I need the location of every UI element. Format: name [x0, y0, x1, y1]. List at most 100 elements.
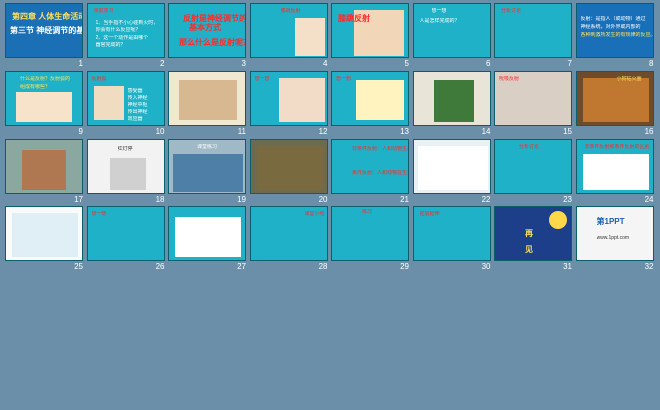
slide-text: 想一想 — [254, 75, 270, 82]
slide-thumbnail-20[interactable]: 20 — [249, 138, 330, 206]
slide-thumbnail-30[interactable]: 拓展延伸 30 — [412, 205, 493, 273]
slide-text: 膝跳反射 — [280, 8, 301, 14]
slide-text: 那么什么是反射呢？ — [179, 38, 246, 47]
slide-preview[interactable] — [249, 138, 328, 194]
slide-preview[interactable]: 反射：是指人（或动物）通过 神经系统，对外界或内部的 各种刺激所发生的有规律的反应。 — [575, 3, 654, 58]
slide-thumbnail-1[interactable]: 第四章 人体生命活动的调节第三节 神经调节的基本方式1 — [4, 2, 85, 70]
slide-image — [256, 145, 323, 190]
slide-preview[interactable]: 非条件反射：人和动物生来就有的先天性反射。条件反射：人和动物在生活过程中逐渐形成… — [331, 138, 409, 194]
slide-text: 再 — [525, 229, 533, 239]
slide-text: 第1PPT — [596, 217, 625, 227]
slide-thumbnail-22[interactable]: 22 — [412, 138, 493, 206]
slide-thumbnail-27[interactable]: 27 — [167, 205, 248, 273]
slide-text: 你会有什么反应呢？ — [95, 27, 141, 33]
slide-number: 4 — [323, 59, 328, 68]
slide-thumbnail-25[interactable]: 25 — [4, 205, 85, 273]
slide-preview[interactable]: 课堂小结 — [249, 206, 328, 262]
slide-thumbnail-19[interactable]: 课堂练习 19 — [167, 138, 248, 206]
slide-thumbnail-6[interactable]: 想一想 人是怎样完成的？ 6 — [412, 2, 493, 70]
slide-preview[interactable]: 反射弧 感受器 传入神经 神经中枢 传出神经 效应器 — [86, 70, 165, 126]
slide-thumbnail-11[interactable]: 11 — [167, 70, 248, 138]
slide-preview[interactable]: 想一想 — [86, 206, 165, 262]
slide-preview[interactable] — [168, 206, 246, 262]
slide-preview[interactable]: 分析讨论 — [494, 138, 572, 194]
slide-thumbnail-12[interactable]: 想一想 12 — [249, 70, 330, 138]
slide-preview[interactable]: 再见 — [494, 206, 572, 262]
slide-number: 13 — [400, 126, 409, 136]
slide-text: 第三节 神经调节的基本方式 — [10, 26, 83, 35]
slide-number: 15 — [563, 126, 572, 136]
slide-number: 31 — [563, 262, 572, 272]
slide-number: 21 — [400, 194, 409, 204]
slide-preview[interactable]: 吮吸反射 — [494, 70, 572, 126]
slide-sorter-grid: 第四章 人体生命活动的调节第三节 神经调节的基本方式1课前复习1、当手指不小心碰… — [4, 2, 656, 408]
slide-text: 反射是神经调节的 — [183, 14, 246, 23]
slide-number: 22 — [481, 194, 491, 204]
slide-preview[interactable]: 反射是神经调节的 基本方式 那么什么是反射呢？ — [168, 3, 246, 58]
slide-thumbnail-21[interactable]: 非条件反射：人和动物生来就有的先天性反射。条件反射：人和动物在生活过程中逐渐形成… — [330, 138, 411, 206]
slide-thumbnail-3[interactable]: 反射是神经调节的 基本方式 那么什么是反射呢？ 3 — [167, 2, 248, 70]
slide-thumbnail-24[interactable]: 非条件反射和条件反射的区别 24 — [575, 138, 656, 206]
slide-preview[interactable]: 什么是反射？反射弧的 组成有哪些？ — [5, 70, 83, 126]
slide-text: 神经中枢 — [127, 101, 148, 108]
slide-preview[interactable]: 分析讨论 — [494, 3, 572, 58]
slide-thumbnail-8[interactable]: 反射：是指人（或动物）通过 神经系统，对外界或内部的 各种刺激所发生的有规律的反应。… — [575, 2, 656, 70]
slide-text: 想一想 — [431, 8, 447, 14]
slide-thumbnail-13[interactable]: 想一想 13 — [330, 70, 411, 138]
slide-number: 20 — [318, 194, 328, 204]
slide-text: 什么是反射？反射弧的 — [20, 75, 71, 82]
slide-thumbnail-26[interactable]: 想一想 26 — [86, 205, 167, 273]
slide-thumbnail-17[interactable]: 17 — [4, 138, 85, 206]
slide-preview[interactable]: 练习 — [331, 206, 409, 262]
slide-image — [294, 18, 325, 56]
slide-text: 第四章 人体生命活动的调节 — [12, 12, 82, 21]
slide-thumbnail-31[interactable]: 再见 31 — [493, 205, 574, 273]
slide-preview[interactable] — [412, 138, 491, 194]
slide-thumbnail-16[interactable]: 小狗钻火圈 16 — [575, 70, 656, 138]
slide-preview[interactable]: 非条件反射和条件反射的区别 — [575, 138, 654, 194]
slide-preview[interactable]: 想一想 人是怎样完成的？ — [412, 3, 491, 58]
slide-preview[interactable]: 拓展延伸 — [412, 206, 491, 262]
slide-preview[interactable]: 课堂练习 — [168, 138, 246, 194]
slide-image — [109, 157, 146, 190]
slide-text: 非条件反射和条件反射的区别 — [584, 143, 650, 150]
slide-thumbnail-10[interactable]: 反射弧 感受器 传入神经 神经中枢 传出神经 效应器 10 — [86, 70, 167, 138]
slide-preview[interactable]: 小狗钻火圈 — [575, 70, 654, 126]
slide-thumbnail-18[interactable]: 红灯停 18 — [86, 138, 167, 206]
slide-text: 器官完成的？ — [95, 42, 126, 48]
slide-number: 11 — [237, 126, 246, 136]
slide-text: 条件反射：人和动物在生活过程中逐渐形成的后天性反射。 — [352, 169, 408, 176]
slide-thumbnail-23[interactable]: 分析讨论 23 — [493, 138, 574, 206]
slide-text: 膝跳反射 — [338, 14, 370, 23]
slide-preview[interactable]: 膝跳反射 — [331, 3, 409, 58]
slide-preview[interactable] — [168, 70, 246, 126]
slide-preview[interactable]: 课前复习 1、当手指不小心碰到火时， 你会有什么反应呢？ 2、这一个动作是由哪个 器官完… — [86, 3, 165, 58]
slide-text: 课堂练习 — [197, 143, 218, 150]
slide-preview[interactable]: 第1PPT www.1ppt.com — [575, 206, 654, 262]
slide-thumbnail-28[interactable]: 课堂小结 28 — [249, 205, 330, 273]
slide-text: 拓展延伸 — [419, 211, 440, 218]
slide-thumbnail-5[interactable]: 膝跳反射 5 — [330, 2, 411, 70]
slide-number: 9 — [78, 126, 83, 136]
slide-text: 传出神经 — [127, 108, 148, 115]
slide-preview[interactable]: 第四章 人体生命活动的调节第三节 神经调节的基本方式 — [5, 3, 83, 58]
slide-thumbnail-15[interactable]: 吮吸反射 15 — [493, 70, 574, 138]
slide-image — [417, 145, 488, 190]
slide-thumbnail-29[interactable]: 练习 29 — [330, 205, 411, 273]
slide-text: 红灯停 — [117, 145, 133, 152]
slide-thumbnail-7[interactable]: 分析讨论 7 — [493, 2, 574, 70]
slide-thumbnail-32[interactable]: 第1PPT www.1ppt.com 32 — [575, 205, 656, 273]
slide-preview[interactable]: 想一想 — [249, 70, 328, 126]
slide-preview[interactable] — [412, 70, 491, 126]
slide-preview[interactable] — [5, 138, 83, 194]
slide-preview[interactable]: 红灯停 — [86, 138, 165, 194]
slide-preview[interactable] — [5, 206, 83, 262]
slide-thumbnail-2[interactable]: 课前复习 1、当手指不小心碰到火时， 你会有什么反应呢？ 2、这一个动作是由哪个 器官完… — [86, 2, 167, 70]
slide-thumbnail-9[interactable]: 什么是反射？反射弧的 组成有哪些？ 9 — [4, 70, 85, 138]
slide-preview[interactable]: 想一想 — [331, 70, 409, 126]
slide-text: 组成有哪些？ — [20, 83, 51, 90]
slide-thumbnail-4[interactable]: 膝跳反射 4 — [249, 2, 330, 70]
slide-thumbnail-14[interactable]: 14 — [412, 70, 493, 138]
slide-preview[interactable]: 膝跳反射 — [249, 3, 328, 58]
slide-text: 反射弧 — [91, 75, 107, 82]
